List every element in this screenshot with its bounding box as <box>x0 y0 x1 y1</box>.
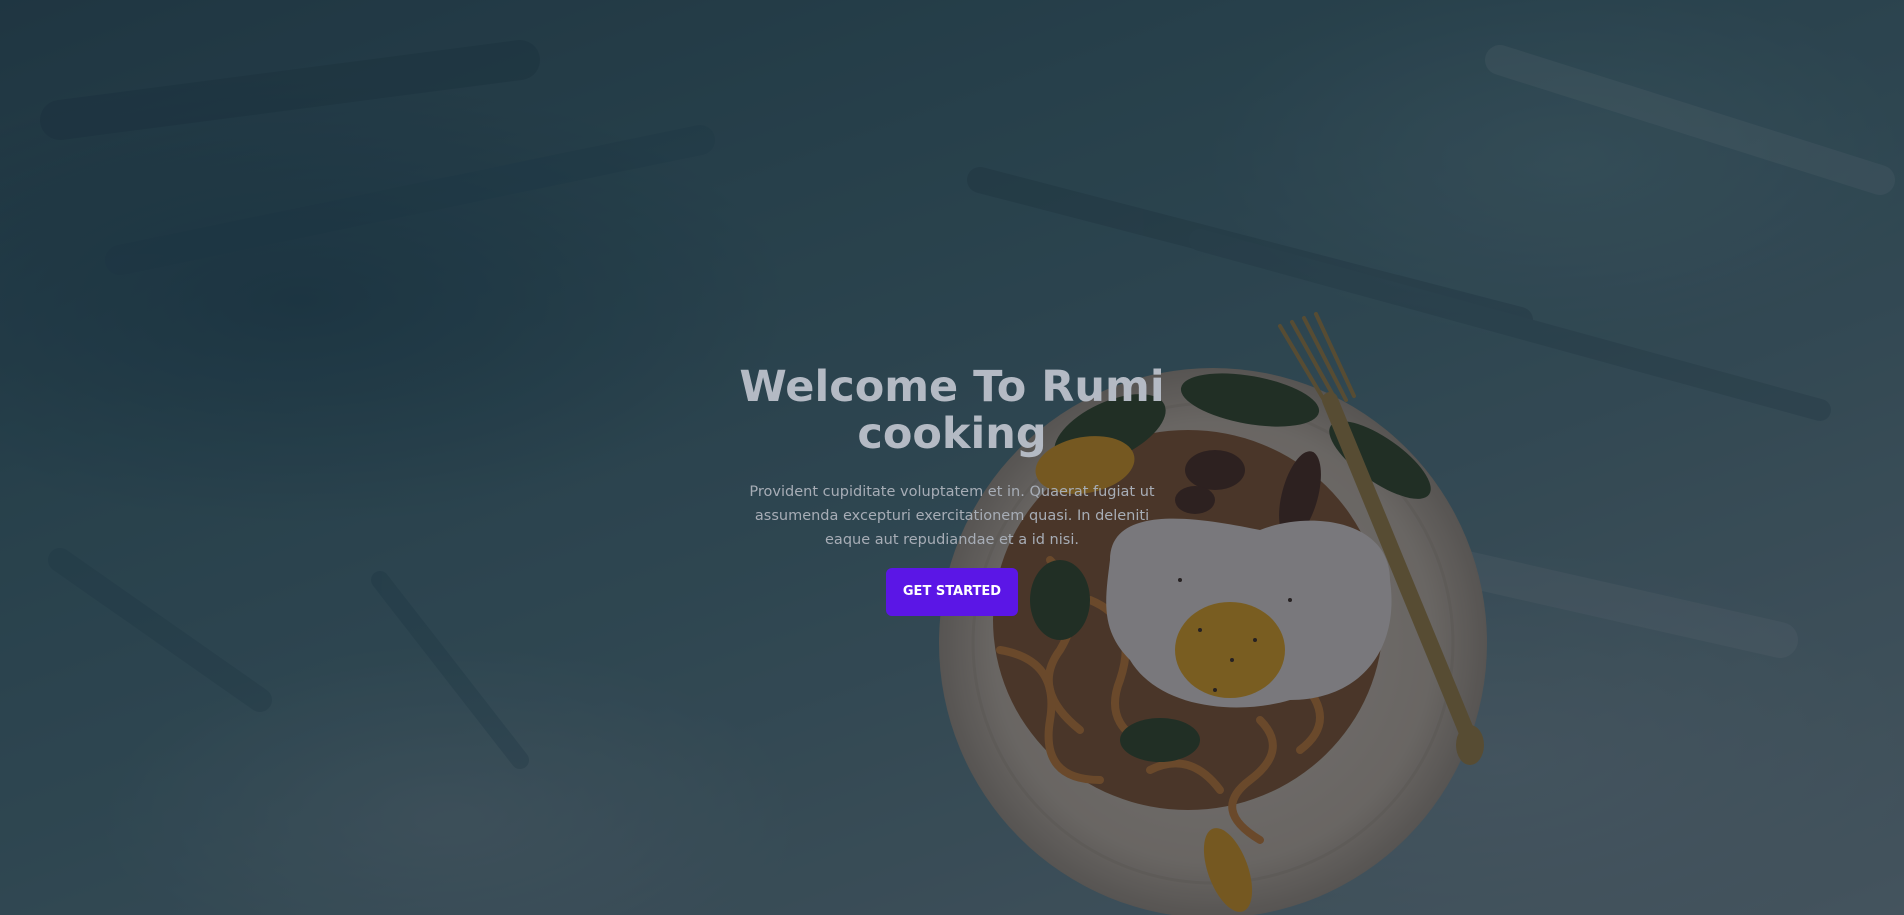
hero-content: Welcome To Rumi cooking Provident cupidi… <box>702 364 1202 616</box>
get-started-button[interactable]: GET STARTED <box>885 568 1019 616</box>
hero-title: Welcome To Rumi cooking <box>739 362 1165 459</box>
hero-section: Welcome To Rumi cooking Provident cupidi… <box>0 0 1904 915</box>
hero-description: Provident cupiditate voluptatem et in. Q… <box>749 484 1155 548</box>
